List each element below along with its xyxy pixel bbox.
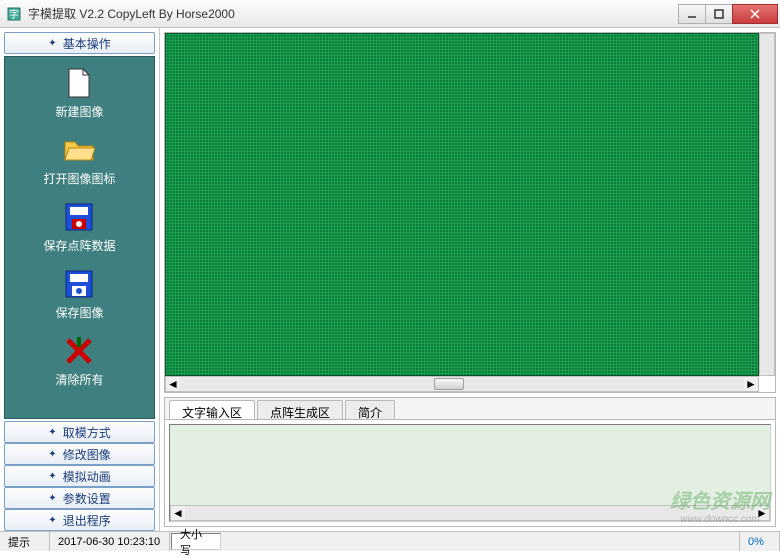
sidebar-group-settings[interactable]: ✦ 参数设置 xyxy=(4,487,155,509)
sidebar-item-new-image[interactable]: 新建图像 xyxy=(55,67,103,120)
bullet-icon: ✦ xyxy=(48,449,56,460)
group-label: 参数设置 xyxy=(63,490,111,507)
status-caps: 大小写 xyxy=(171,533,221,550)
scroll-left-icon[interactable]: ◄ xyxy=(166,377,180,391)
open-folder-icon xyxy=(63,134,95,166)
tab-dot-output[interactable]: 点阵生成区 xyxy=(257,400,343,419)
new-file-icon xyxy=(63,67,95,99)
scroll-right-icon[interactable]: ► xyxy=(744,377,758,391)
sidebar-body: 新建图像 打开图像图标 保存点阵数据 保存图像 清除所有 xyxy=(4,56,155,419)
sidebar-item-label: 新建图像 xyxy=(55,103,103,120)
bullet-icon: ✦ xyxy=(48,515,56,526)
group-label: 取模方式 xyxy=(63,424,111,441)
sidebar-item-label: 保存图像 xyxy=(55,304,103,321)
group-label: 模拟动画 xyxy=(63,468,111,485)
titlebar: 字 字模提取 V2.2 CopyLeft By Horse2000 xyxy=(0,0,780,28)
tab-label: 简介 xyxy=(358,406,382,420)
bullet-icon: ✦ xyxy=(48,471,56,482)
group-label: 修改图像 xyxy=(63,446,111,463)
bottom-tabs-panel: 文字输入区 点阵生成区 简介 ◄ ► xyxy=(164,397,776,527)
canvas-scrollbar-horizontal[interactable]: ◄ ► xyxy=(165,376,759,392)
sidebar-group-active[interactable]: ✦ 基本操作 xyxy=(4,32,155,54)
main-area: ✦ 基本操作 新建图像 打开图像图标 保存点阵数据 保存图像 清除所有 xyxy=(0,28,780,531)
bullet-icon: ✦ xyxy=(48,38,56,49)
sidebar-item-clear-all[interactable]: 清除所有 xyxy=(55,335,103,388)
canvas-scrollbar-vertical[interactable] xyxy=(759,33,775,376)
sidebar-item-open-image[interactable]: 打开图像图标 xyxy=(43,134,115,187)
scroll-track[interactable] xyxy=(180,377,744,391)
status-datetime: 2017-06-30 10:23:10 xyxy=(50,532,170,551)
tab-intro[interactable]: 简介 xyxy=(345,400,395,419)
bullet-icon: ✦ xyxy=(48,493,56,504)
app-icon: 字 xyxy=(6,6,22,22)
sidebar: ✦ 基本操作 新建图像 打开图像图标 保存点阵数据 保存图像 清除所有 xyxy=(0,28,160,531)
clear-all-icon xyxy=(63,335,95,367)
tab-text-input[interactable]: 文字输入区 xyxy=(169,400,255,419)
sidebar-item-label: 清除所有 xyxy=(55,371,103,388)
scroll-track[interactable] xyxy=(185,506,755,520)
status-progress xyxy=(222,532,740,551)
textarea-scrollbar-horizontal[interactable]: ◄ ► xyxy=(170,505,770,521)
pixel-canvas[interactable] xyxy=(165,33,759,376)
sidebar-item-save-data[interactable]: 保存点阵数据 xyxy=(43,201,115,254)
scroll-left-icon[interactable]: ◄ xyxy=(171,506,185,520)
status-hint: 提示 xyxy=(0,532,50,551)
group-label: 退出程序 xyxy=(63,512,111,529)
sidebar-item-save-image[interactable]: 保存图像 xyxy=(55,268,103,321)
tab-label: 文字输入区 xyxy=(182,406,242,420)
tab-label: 点阵生成区 xyxy=(270,406,330,420)
save-image-icon xyxy=(63,268,95,300)
sidebar-item-label: 打开图像图标 xyxy=(43,170,115,187)
sidebar-group-edit[interactable]: ✦ 修改图像 xyxy=(4,443,155,465)
window-title: 字模提取 V2.2 CopyLeft By Horse2000 xyxy=(28,5,679,22)
minimize-button[interactable] xyxy=(678,4,706,24)
scroll-thumb[interactable] xyxy=(434,378,464,390)
maximize-button[interactable] xyxy=(705,4,733,24)
svg-text:字: 字 xyxy=(9,8,19,21)
canvas-panel: ◄ ► xyxy=(164,32,776,393)
save-data-icon xyxy=(63,201,95,233)
status-percent: 0% xyxy=(740,532,780,551)
tab-strip: 文字输入区 点阵生成区 简介 xyxy=(165,398,775,420)
statusbar: 提示 2017-06-30 10:23:10 大小写 0% xyxy=(0,531,780,551)
window-controls xyxy=(679,4,778,24)
group-label: 基本操作 xyxy=(63,35,111,52)
content-area: ◄ ► 文字输入区 点阵生成区 简介 ◄ ► xyxy=(160,28,780,531)
text-input-area[interactable]: ◄ ► xyxy=(169,424,771,522)
sidebar-group-anim[interactable]: ✦ 模拟动画 xyxy=(4,465,155,487)
close-button[interactable] xyxy=(732,4,778,24)
sidebar-group-stack: ✦ 取模方式 ✦ 修改图像 ✦ 模拟动画 ✦ 参数设置 ✦ 退出程序 xyxy=(4,421,155,531)
sidebar-item-label: 保存点阵数据 xyxy=(43,237,115,254)
sidebar-group-mode[interactable]: ✦ 取模方式 xyxy=(4,421,155,443)
bullet-icon: ✦ xyxy=(48,427,56,438)
sidebar-group-exit[interactable]: ✦ 退出程序 xyxy=(4,509,155,531)
scroll-right-icon[interactable]: ► xyxy=(755,506,769,520)
